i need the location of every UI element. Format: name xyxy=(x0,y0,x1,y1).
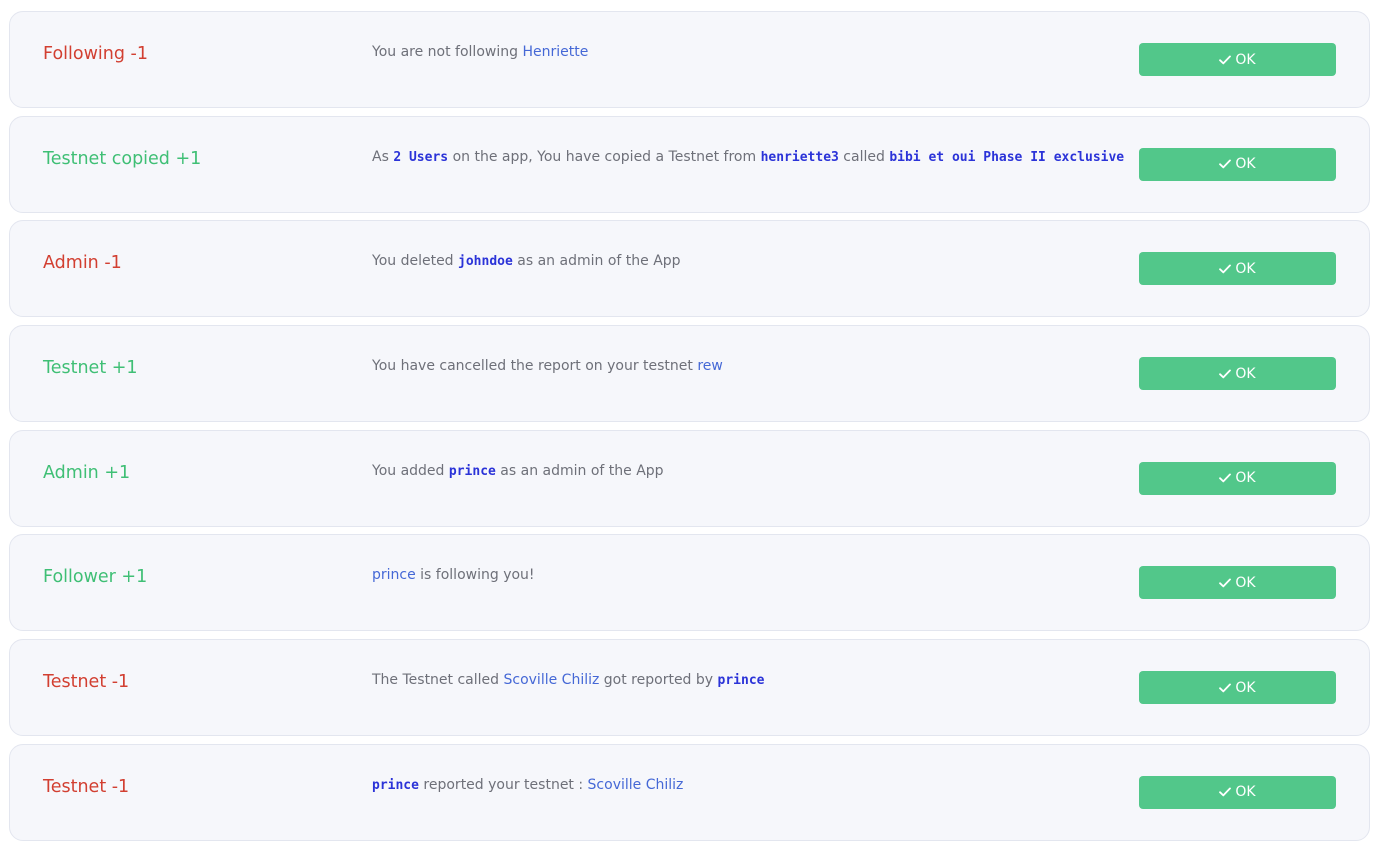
notification-message: prince reported your testnet : Scoville … xyxy=(372,775,683,796)
check-icon xyxy=(1219,55,1232,65)
message-link[interactable]: prince xyxy=(372,567,416,583)
notification-title: Testnet -1 xyxy=(43,672,130,693)
message-code: prince xyxy=(372,777,419,793)
notification-title: Admin +1 xyxy=(43,462,131,483)
notification-message: You are not following Henriette xyxy=(372,42,588,62)
ok-button[interactable]: OK xyxy=(1139,252,1336,286)
message-text: got reported by xyxy=(599,672,718,689)
notification-card: Follower +1 prince is following you! OK xyxy=(9,534,1370,632)
ok-button-label: OK xyxy=(1235,574,1256,591)
check-icon xyxy=(1219,264,1232,274)
message-text: You deleted xyxy=(372,253,459,270)
message-text: You have cancelled the report on your te… xyxy=(372,358,698,375)
check-icon xyxy=(1219,787,1232,797)
ok-button[interactable]: OK xyxy=(1139,43,1336,76)
message-text: called xyxy=(838,148,890,165)
ok-button[interactable]: OK xyxy=(1139,671,1336,705)
message-link[interactable]: Henriette xyxy=(522,44,588,60)
ok-button[interactable]: OK xyxy=(1139,775,1336,809)
message-text: The Testnet called xyxy=(372,672,504,689)
message-link[interactable]: Scoville Chiliz xyxy=(504,672,600,688)
ok-button[interactable]: OK xyxy=(1139,461,1336,495)
message-text: as an admin of the App xyxy=(512,253,681,270)
notification-message: The Testnet called Scoville Chiliz got r… xyxy=(372,670,765,691)
notification-title: Admin -1 xyxy=(43,253,122,274)
message-text: You added xyxy=(372,462,449,479)
notification-message: You added prince as an admin of the App xyxy=(372,461,664,482)
check-icon xyxy=(1219,159,1232,169)
check-icon xyxy=(1219,473,1232,483)
check-icon xyxy=(1219,578,1232,588)
check-icon xyxy=(1219,683,1232,693)
ok-button-label: OK xyxy=(1235,470,1256,487)
ok-button-label: OK xyxy=(1235,260,1256,277)
message-text: reported your testnet : xyxy=(418,776,588,793)
message-code: prince xyxy=(448,463,496,479)
ok-button-label: OK xyxy=(1235,365,1256,382)
notification-title: Testnet -1 xyxy=(43,776,130,797)
message-code: bibi et oui Phase II exclusive xyxy=(889,149,1125,165)
notification-message: You have cancelled the report on your te… xyxy=(372,356,723,376)
message-link[interactable]: Scoville Chiliz xyxy=(588,777,684,793)
message-text: As xyxy=(372,148,394,165)
ok-button-label: OK xyxy=(1235,679,1256,696)
ok-button-label: OK xyxy=(1235,784,1256,801)
message-code: 2 Users xyxy=(393,149,449,165)
message-code: johndoe xyxy=(458,254,513,270)
check-icon xyxy=(1219,369,1232,379)
notification-message: As 2 Users on the app, You have copied a… xyxy=(372,147,1124,168)
message-text: is following you! xyxy=(415,567,535,584)
message-text: as an admin of the App xyxy=(495,462,664,479)
notification-card: Admin -1 You deleted johndoe as an admin … xyxy=(9,220,1370,318)
notification-card: Following -1 You are not following Henrie… xyxy=(9,11,1370,108)
notification-card: Testnet +1 You have cancelled the report … xyxy=(9,325,1370,423)
notification-card: Testnet copied +1 As 2 Users on the app, … xyxy=(9,115,1370,213)
ok-button-label: OK xyxy=(1235,51,1256,68)
notification-title: Testnet +1 xyxy=(43,358,138,379)
message-code: henriette3 xyxy=(760,149,839,165)
message-link[interactable]: rew xyxy=(697,358,723,374)
message-text: on the app, You have copied a Testnet fr… xyxy=(448,148,761,165)
notification-card: Admin +1 You added prince as an admin of … xyxy=(9,429,1370,527)
ok-button[interactable]: OK xyxy=(1139,147,1336,181)
message-code: prince xyxy=(717,673,765,689)
notification-title: Testnet copied +1 xyxy=(43,148,202,169)
notification-card: Testnet -1 prince reported your testnet :… xyxy=(9,743,1370,841)
notification-title: Following -1 xyxy=(43,44,148,64)
message-text: You are not following xyxy=(372,44,523,60)
notification-title: Follower +1 xyxy=(43,567,148,588)
notification-message: prince is following you! xyxy=(372,565,535,585)
notification-list: Following -1 You are not following Henrie… xyxy=(9,11,1370,849)
ok-button[interactable]: OK xyxy=(1139,357,1336,391)
notification-message: You deleted johndoe as an admin of the A… xyxy=(372,251,681,272)
notification-card: Testnet -1 The Testnet called Scoville Ch… xyxy=(9,639,1370,737)
ok-button-label: OK xyxy=(1235,156,1256,173)
ok-button[interactable]: OK xyxy=(1139,566,1336,600)
